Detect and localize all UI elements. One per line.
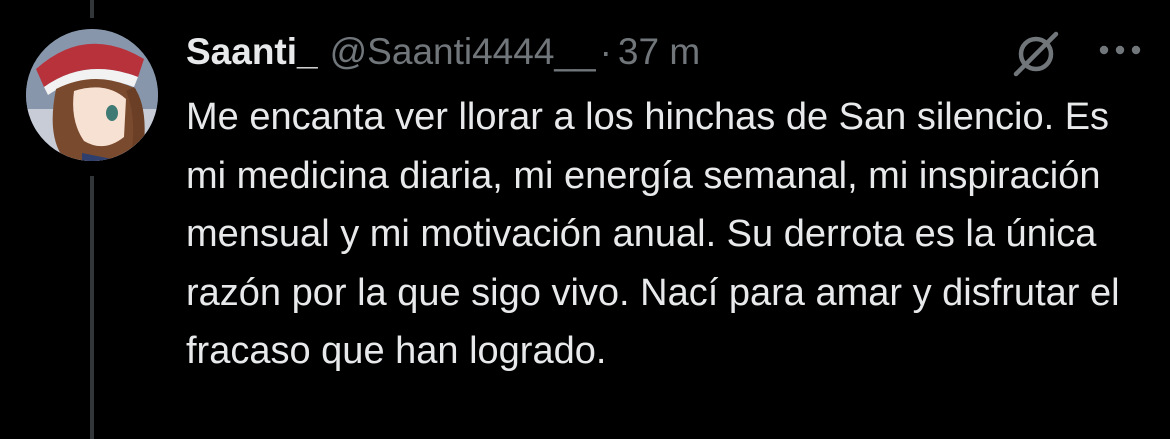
thread-line-bottom bbox=[90, 176, 94, 439]
display-name[interactable]: Saanti_ bbox=[186, 28, 318, 76]
tweet-text: Me encanta ver llorar a los hinchas de S… bbox=[186, 96, 1120, 372]
grok-icon[interactable] bbox=[1010, 30, 1062, 78]
more-icon[interactable] bbox=[1095, 26, 1145, 74]
thread-line-top bbox=[90, 0, 94, 18]
timestamp[interactable]: 37 m bbox=[618, 28, 700, 76]
user-handle[interactable]: @Saanti4444__ bbox=[330, 28, 596, 76]
separator: · bbox=[599, 31, 612, 72]
tweet-header: Saanti_ @Saanti4444__ · 37 m bbox=[186, 28, 700, 76]
anime-avatar-image bbox=[26, 29, 158, 161]
avatar[interactable] bbox=[26, 29, 158, 161]
